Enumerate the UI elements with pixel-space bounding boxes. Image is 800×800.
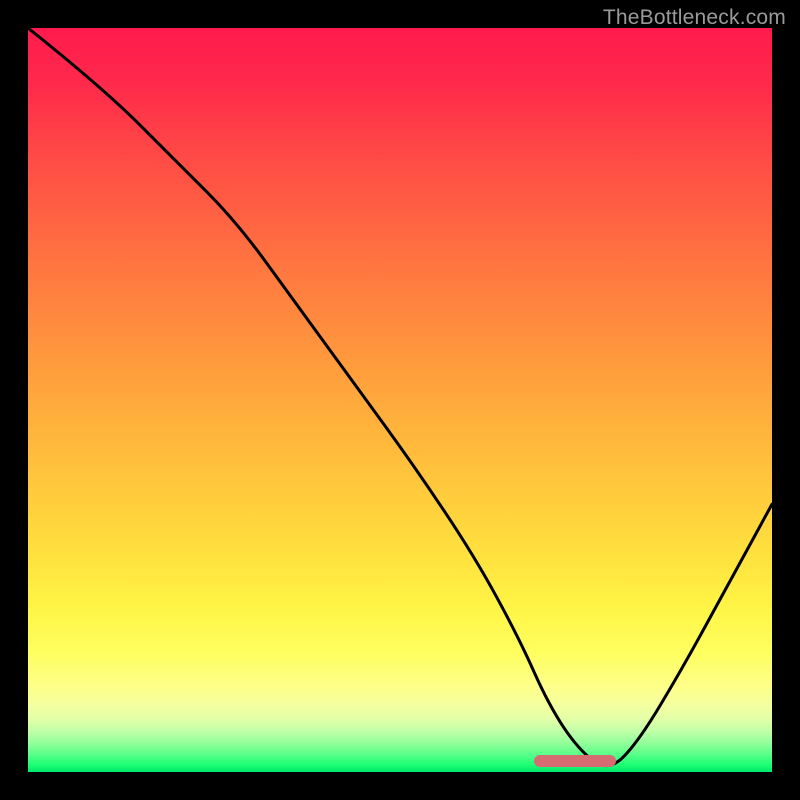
bottleneck-curve [28, 28, 772, 772]
plot-area [28, 28, 772, 772]
watermark-text: TheBottleneck.com [603, 6, 786, 30]
chart-container: TheBottleneck.com [0, 0, 800, 800]
optimal-range-marker [534, 755, 616, 767]
